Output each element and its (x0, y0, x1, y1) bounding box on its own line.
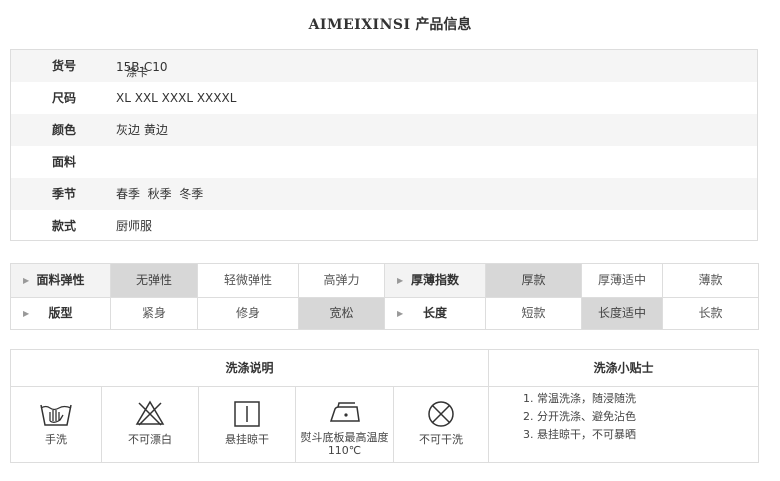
attr-option-long: 长款 (698, 306, 723, 320)
wash-item-no-bleach: 不可漂白 (102, 387, 199, 462)
info-value: 厨师服 (116, 219, 153, 233)
info-row-item-no: 货号 15B-C10 涤卡 (11, 50, 757, 82)
wash-item-iron: 熨斗底板最高温度110℃ (296, 387, 394, 462)
info-label: 货号 (51, 59, 76, 73)
hand-wash-icon (40, 404, 72, 426)
attr-label-elasticity: ▶ 面料弹性 (11, 264, 111, 297)
no-dry-clean-icon (428, 401, 454, 427)
triangle-right-icon: ▶ (397, 309, 404, 318)
tip-item: 3. 悬挂晾干，不可暴晒 (523, 428, 636, 441)
hang-dry-icon (234, 401, 260, 427)
wash-caption: 熨斗底板最高温度110℃ (300, 431, 389, 457)
tips-header: 洗涤小贴士 (489, 350, 758, 387)
attr-option-thin: 薄款 (698, 273, 723, 287)
wash-item-hand-wash: 手洗 (11, 387, 102, 462)
info-label: 尺码 (51, 91, 76, 105)
washing-section: 洗涤说明 洗涤小贴士 手洗 不可漂白 悬挂晾干 熨斗底板最高温度110℃ 不可干… (10, 349, 759, 463)
attr-option-slight-stretch: 轻微弹性 (198, 264, 299, 297)
attr-option-slim: 修身 (198, 298, 299, 329)
washing-header: 洗涤说明 (11, 350, 489, 387)
attr-option-medium-length: 长度适中 (582, 298, 663, 329)
info-row-season: 季节 春季 秋季 冬季 (11, 178, 757, 210)
triangle-right-icon: ▶ (397, 276, 404, 285)
triangle-right-icon: ▶ (23, 309, 30, 318)
info-label: 颜色 (51, 123, 76, 137)
attr-option-high-stretch: 高弹力 (299, 264, 385, 297)
attr-option-thick: 厚款 (486, 264, 582, 297)
info-label: 季节 (51, 187, 76, 201)
wash-caption: 悬挂晾干 (225, 433, 269, 446)
wash-caption: 不可干洗 (419, 433, 463, 446)
info-value: XL XXL XXXL XXXXL (116, 91, 237, 105)
attr-option-short: 短款 (486, 298, 582, 329)
tip-item: 2. 分开洗涤、避免沾色 (523, 410, 636, 423)
triangle-right-icon: ▶ (23, 276, 30, 285)
title-suffix: 产品信息 (415, 17, 472, 33)
attr-option-no-stretch: 无弹性 (111, 264, 198, 297)
info-value: 春季 秋季 冬季 (116, 187, 204, 201)
brand-name: AIMEIXINSI (308, 17, 411, 33)
wash-item-hang-dry: 悬挂晾干 (199, 387, 296, 462)
info-row-color: 颜色 灰边 黄边 (11, 114, 757, 146)
tip-item: 1. 常温洗涤，随浸随洗 (523, 392, 636, 405)
info-subvalue: 涤卡 (126, 66, 148, 79)
attr-label-fit: ▶ 版型 (11, 298, 111, 329)
info-row-style: 款式 厨师服 (11, 210, 757, 242)
info-label: 款式 (51, 219, 76, 233)
attr-label-thickness: ▶ 厚薄指数 (385, 264, 486, 297)
attr-option-medium-thickness: 厚薄适中 (582, 264, 663, 297)
info-row-size: 尺码 XL XXL XXXL XXXXL (11, 82, 757, 114)
no-bleach-icon (135, 400, 165, 426)
wash-item-no-dry-clean: 不可干洗 (394, 387, 489, 462)
iron-icon (329, 402, 360, 422)
wash-caption: 手洗 (45, 433, 67, 446)
attr-option-loose: 宽松 (299, 298, 385, 329)
product-info-table: 货号 15B-C10 涤卡 尺码 XL XXL XXXL XXXXL 颜色 灰边… (10, 49, 758, 241)
attr-option-tight: 紧身 (111, 298, 198, 329)
info-label: 面料 (51, 155, 76, 169)
attr-label-length: ▶ 长度 (385, 298, 486, 329)
page-title: AIMEIXINSI 产品信息 (0, 14, 780, 34)
wash-caption: 不可漂白 (128, 433, 172, 446)
attribute-grid: ▶ 面料弹性 无弹性 轻微弹性 高弹力 ▶ 厚薄指数 厚款 厚薄适中 薄款 ▶ … (10, 263, 759, 330)
info-row-fabric: 面料 (11, 146, 757, 178)
tips-list: 1. 常温洗涤，随浸随洗 2. 分开洗涤、避免沾色 3. 悬挂晾干，不可暴晒 (523, 390, 636, 444)
info-value: 灰边 黄边 (116, 123, 168, 137)
